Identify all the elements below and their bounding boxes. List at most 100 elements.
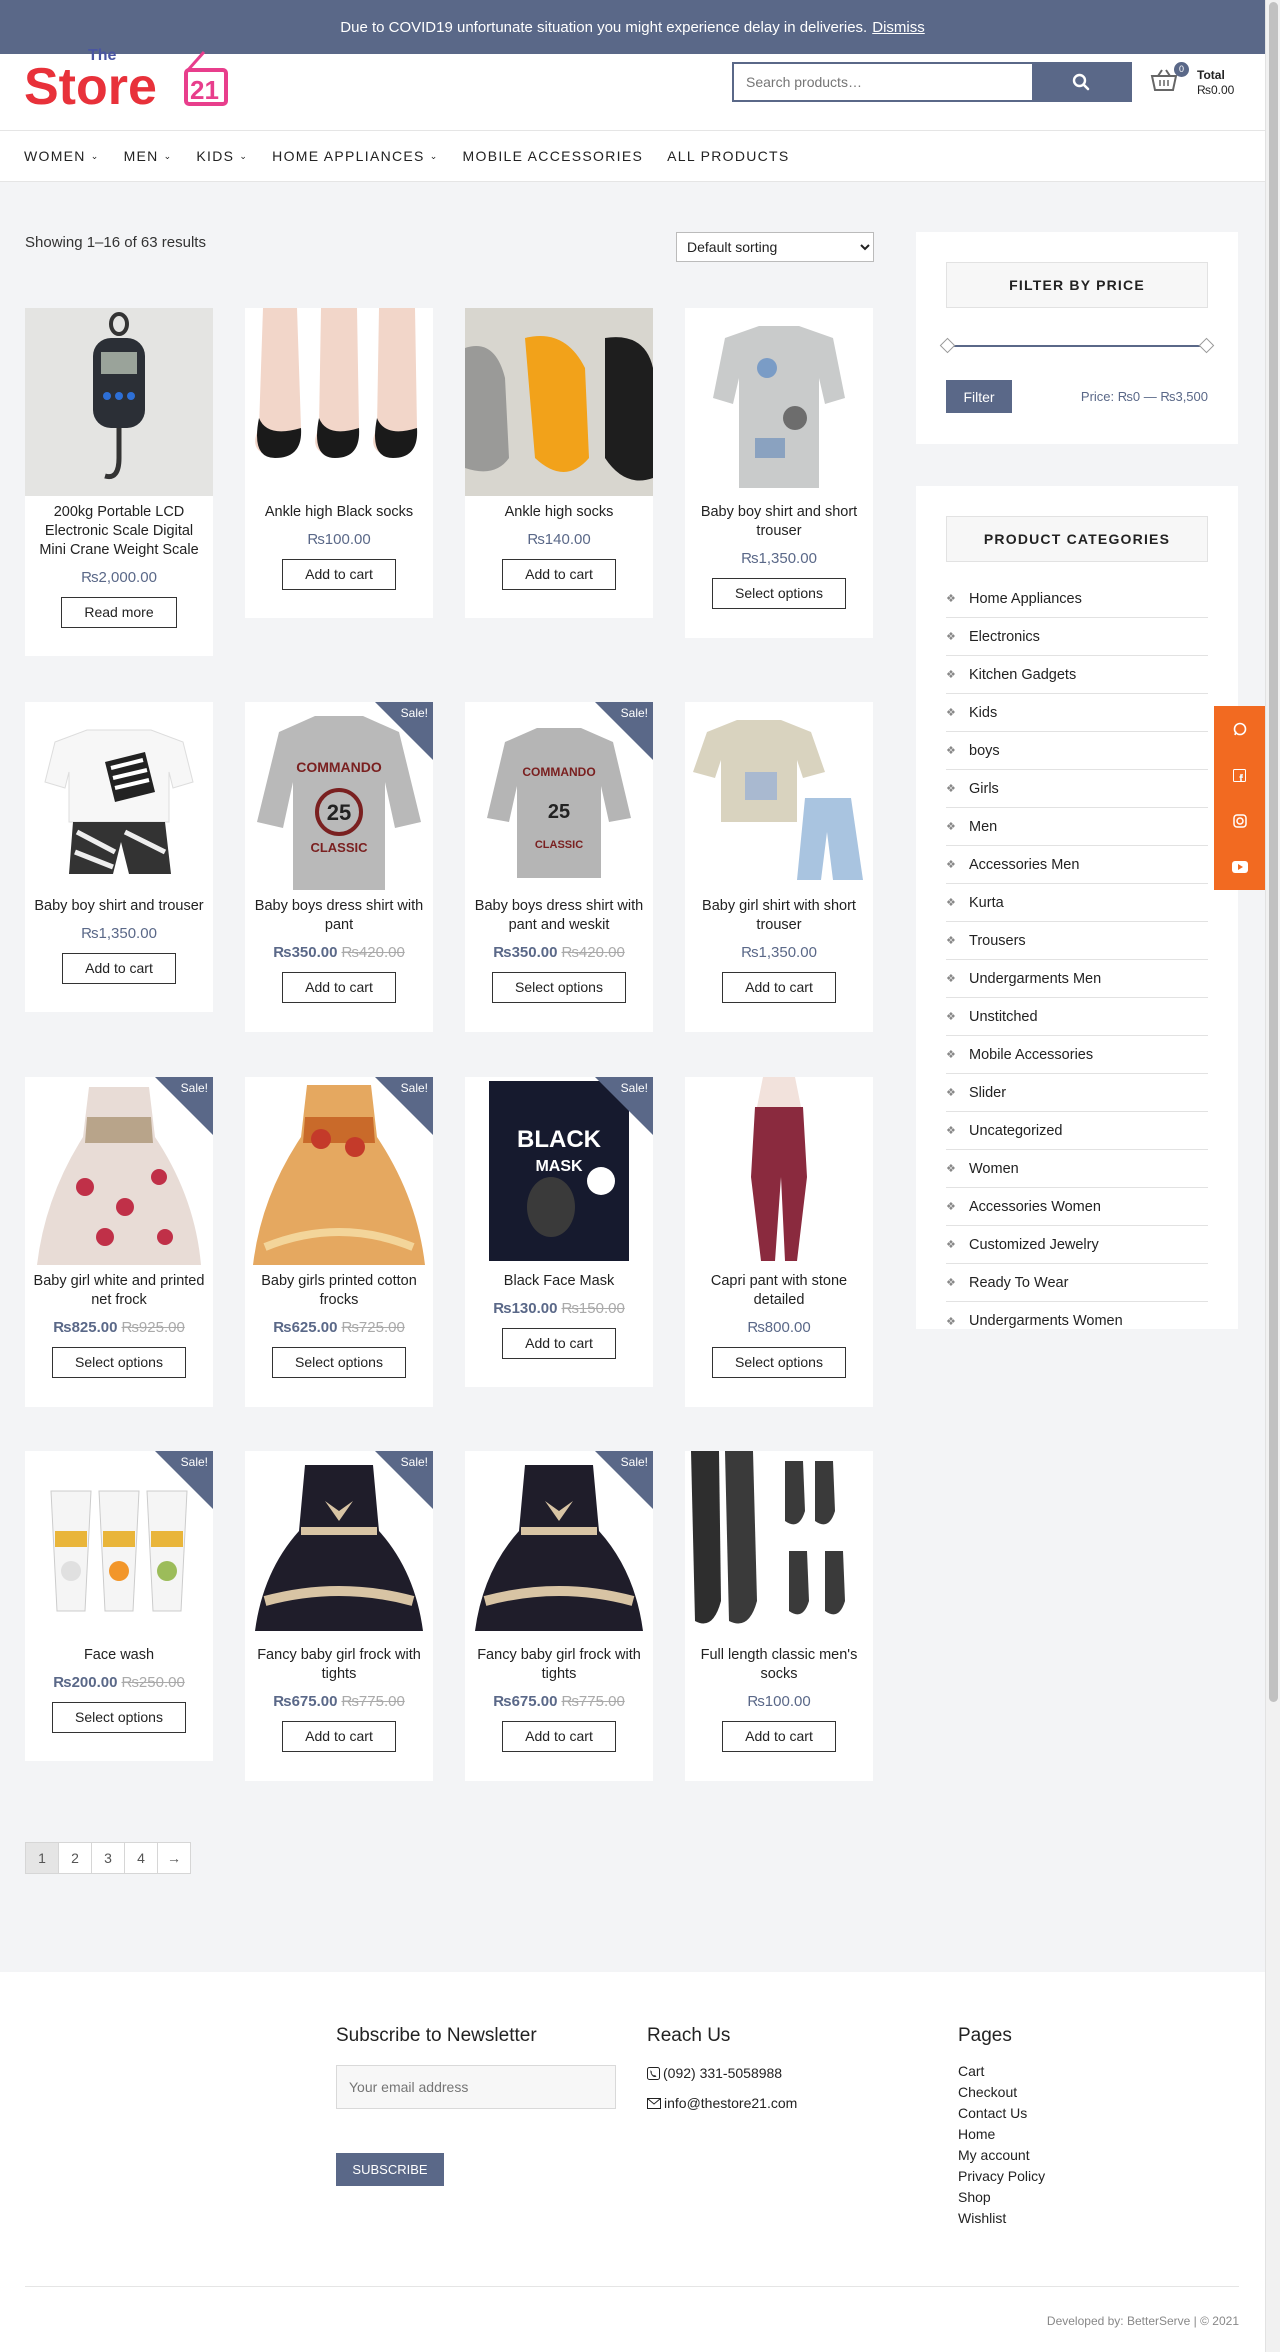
category-electronics[interactable]: ❖ Electronics — [946, 618, 1208, 656]
product-card[interactable]: Sale! Face wash ₨200.00 ₨250.00 Select op… — [25, 1451, 213, 1761]
read-more-button[interactable]: Read more — [61, 597, 177, 628]
price-range-slider[interactable] — [939, 337, 1215, 354]
category-girls[interactable]: ❖ Girls — [946, 770, 1208, 808]
product-image[interactable] — [685, 308, 873, 496]
select-options-button[interactable]: Select options — [272, 1347, 406, 1378]
category-undergarments-women[interactable]: ❖ Undergarments Women — [946, 1302, 1208, 1340]
category-kurta[interactable]: ❖ Kurta — [946, 884, 1208, 922]
nav-item-all-products[interactable]: ALL PRODUCTS — [667, 148, 789, 164]
add-to-cart-button[interactable]: Add to cart — [722, 1721, 836, 1752]
search-button[interactable] — [1032, 64, 1130, 100]
footer-link-privacy-policy[interactable]: Privacy Policy — [958, 2168, 1158, 2189]
select-options-button[interactable]: Select options — [712, 1347, 846, 1378]
product-card[interactable]: Full length classic men's socks ₨100.00 … — [685, 1451, 873, 1781]
subscribe-button[interactable]: SUBSCRIBE — [336, 2153, 444, 2186]
product-card[interactable]: Sale! Fancy baby girl frock with tights … — [245, 1451, 433, 1781]
page-2-link[interactable]: 2 — [58, 1842, 92, 1874]
nav-item-women[interactable]: WOMEN ⌄ — [24, 148, 100, 164]
next-page-link[interactable]: → — [157, 1842, 191, 1874]
add-to-cart-button[interactable]: Add to cart — [722, 972, 836, 1003]
product-title[interactable]: Capri pant with stone detailed — [685, 1265, 873, 1310]
add-to-cart-button[interactable]: Add to cart — [282, 972, 396, 1003]
add-to-cart-button[interactable]: Add to cart — [502, 559, 616, 590]
footer-link-cart[interactable]: Cart — [958, 2063, 1158, 2084]
select-options-button[interactable]: Select options — [52, 1347, 186, 1378]
product-card[interactable]: Capri pant with stone detailed ₨800.00 S… — [685, 1077, 873, 1407]
product-card[interactable]: Ankle high Black socks ₨100.00 Add to ca… — [245, 308, 433, 618]
product-title[interactable]: Black Face Mask — [465, 1265, 653, 1291]
category-customized-jewelry[interactable]: ❖ Customized Jewelry — [946, 1226, 1208, 1264]
product-image[interactable]: Sale! — [245, 1077, 433, 1265]
product-card[interactable]: 200kg Portable LCD Electronic Scale Digi… — [25, 308, 213, 656]
product-image[interactable]: COMMANDO 25 CLASSIC Sale! — [245, 702, 433, 890]
add-to-cart-button[interactable]: Add to cart — [502, 1721, 616, 1752]
product-image[interactable] — [25, 308, 213, 496]
product-image[interactable]: Sale! — [25, 1451, 213, 1639]
add-to-cart-button[interactable]: Add to cart — [282, 559, 396, 590]
product-image[interactable] — [685, 1451, 873, 1639]
nav-item-men[interactable]: MEN ⌄ — [124, 148, 173, 164]
category-accessories-men[interactable]: ❖ Accessories Men — [946, 846, 1208, 884]
contact-email[interactable]: info@thestore21.com — [647, 2095, 927, 2111]
product-title[interactable]: Baby boys dress shirt with pant and wesk… — [465, 890, 653, 935]
select-options-button[interactable]: Select options — [492, 972, 626, 1003]
footer-link-shop[interactable]: Shop — [958, 2189, 1158, 2210]
product-image[interactable] — [245, 308, 433, 496]
product-title[interactable]: Full length classic men's socks — [685, 1639, 873, 1684]
product-image[interactable] — [465, 308, 653, 496]
product-card[interactable]: Sale! Baby girl white and printed net fr… — [25, 1077, 213, 1407]
product-title[interactable]: Baby girls printed cotton frocks — [245, 1265, 433, 1310]
product-title[interactable]: 200kg Portable LCD Electronic Scale Digi… — [25, 496, 213, 560]
category-boys[interactable]: ❖ boys — [946, 732, 1208, 770]
footer-link-contact-us[interactable]: Contact Us — [958, 2105, 1158, 2126]
youtube-icon[interactable] — [1214, 844, 1265, 890]
page-scrollbar[interactable] — [1265, 0, 1280, 2352]
add-to-cart-button[interactable]: Add to cart — [282, 1721, 396, 1752]
product-image[interactable]: BLACK MASK Sale! — [465, 1077, 653, 1265]
product-card[interactable]: COMMANDO 25 CLASSIC Sale! Baby boys dres… — [245, 702, 433, 1032]
nav-item-mobile-accessories[interactable]: MOBILE ACCESSORIES — [463, 148, 644, 164]
product-card[interactable]: BLACK MASK Sale! Black Face Mask ₨130.00… — [465, 1077, 653, 1387]
category-home-appliances[interactable]: ❖ Home Appliances — [946, 580, 1208, 618]
store-logo[interactable]: The Store 21 — [24, 44, 254, 116]
product-image[interactable]: COMMANDO 25 CLASSIC Sale! — [465, 702, 653, 890]
instagram-icon[interactable] — [1214, 798, 1265, 844]
category-undergarments-men[interactable]: ❖ Undergarments Men — [946, 960, 1208, 998]
page-1-link[interactable]: 1 — [25, 1842, 59, 1874]
product-card[interactable]: Baby boy shirt and short trouser ₨1,350.… — [685, 308, 873, 638]
facebook-icon[interactable] — [1214, 752, 1265, 798]
newsletter-email-input[interactable] — [336, 2065, 616, 2109]
select-options-button[interactable]: Select options — [52, 1702, 186, 1733]
nav-item-home-appliances[interactable]: HOME APPLIANCES ⌄ — [272, 148, 438, 164]
category-accessories-women[interactable]: ❖ Accessories Women — [946, 1188, 1208, 1226]
product-title[interactable]: Ankle high Black socks — [245, 496, 433, 522]
category-kids[interactable]: ❖ Kids — [946, 694, 1208, 732]
product-title[interactable]: Baby girl white and printed net frock — [25, 1265, 213, 1310]
product-title[interactable]: Baby girl shirt with short trouser — [685, 890, 873, 935]
slider-max-handle[interactable] — [1198, 337, 1215, 354]
scrollbar-thumb[interactable] — [1269, 2, 1278, 1702]
product-card[interactable]: Baby boy shirt and trouser ₨1,350.00 Add… — [25, 702, 213, 1012]
product-card[interactable]: Baby girl shirt with short trouser ₨1,35… — [685, 702, 873, 1032]
product-title[interactable]: Baby boys dress shirt with pant — [245, 890, 433, 935]
category-kitchen-gadgets[interactable]: ❖ Kitchen Gadgets — [946, 656, 1208, 694]
dismiss-link[interactable]: Dismiss — [872, 19, 925, 36]
category-mobile-accessories[interactable]: ❖ Mobile Accessories — [946, 1036, 1208, 1074]
mini-cart[interactable]: 0 Total ₨0.00 — [1150, 62, 1250, 102]
product-image[interactable] — [685, 702, 873, 890]
category-ready-to-wear[interactable]: ❖ Ready To Wear — [946, 1264, 1208, 1302]
product-card[interactable]: Sale! Baby girls printed cotton frocks ₨… — [245, 1077, 433, 1407]
product-card[interactable]: Ankle high socks ₨140.00 Add to cart — [465, 308, 653, 618]
product-image[interactable]: Sale! — [245, 1451, 433, 1639]
footer-link-checkout[interactable]: Checkout — [958, 2084, 1158, 2105]
product-title[interactable]: Baby boy shirt and short trouser — [685, 496, 873, 541]
footer-link-my-account[interactable]: My account — [958, 2147, 1158, 2168]
category-men[interactable]: ❖ Men — [946, 808, 1208, 846]
product-title[interactable]: Fancy baby girl frock with tights — [465, 1639, 653, 1684]
product-image[interactable]: Sale! — [25, 1077, 213, 1265]
search-input[interactable] — [734, 64, 1032, 100]
nav-item-kids[interactable]: KIDS ⌄ — [196, 148, 248, 164]
product-title[interactable]: Baby boy shirt and trouser — [25, 890, 213, 916]
category-trousers[interactable]: ❖ Trousers — [946, 922, 1208, 960]
product-title[interactable]: Fancy baby girl frock with tights — [245, 1639, 433, 1684]
